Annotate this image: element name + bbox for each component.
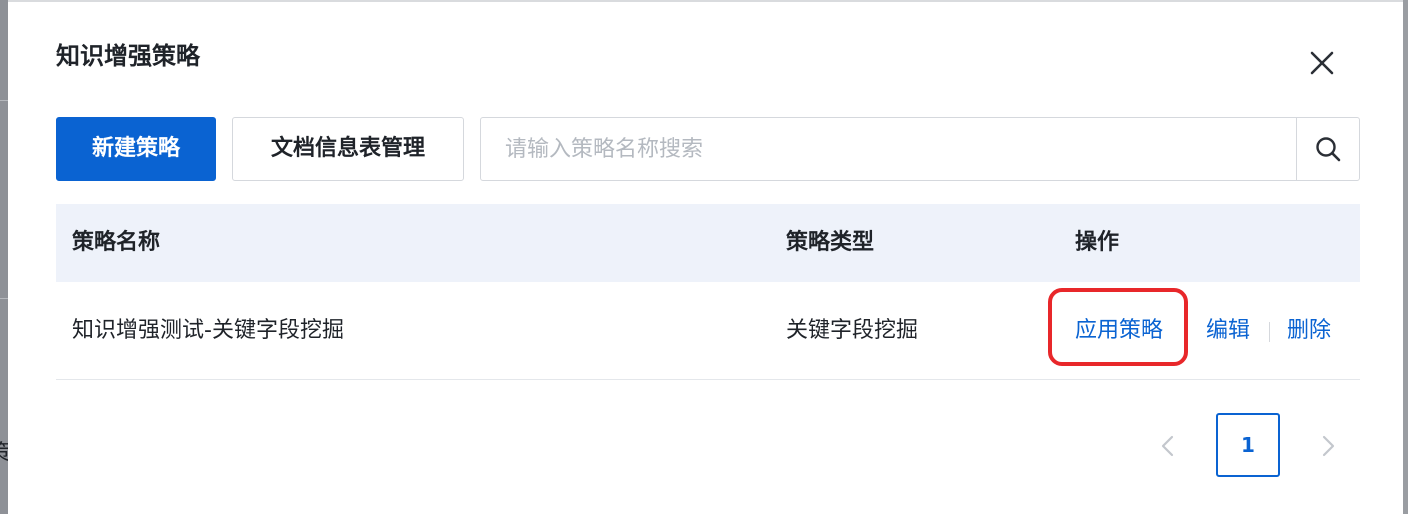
strategy-type-cell: 关键字段挖掘 [786,318,919,343]
delete-link[interactable]: 删除 [1287,282,1331,379]
table-row: 知识增强测试-关键字段挖掘 关键字段挖掘 应用策略 编辑 删除 [56,282,1360,380]
new-strategy-button[interactable]: 新建策略 [56,117,216,181]
backdrop-divider [0,100,8,101]
knowledge-enhance-dialog: 知识增强策略 新建策略 文档信息表管理 策略名称 策略类型 操作 知识增强测试-… [8,2,1403,514]
next-page-button[interactable] [1316,432,1340,460]
search-box [480,117,1360,181]
edit-link[interactable]: 编辑 [1206,282,1250,379]
prev-page-button[interactable] [1156,432,1180,460]
doc-info-table-manage-button[interactable]: 文档信息表管理 [232,117,464,181]
dialog-title: 知识增强策略 [56,42,200,70]
apply-strategy-link[interactable]: 应用策略 [1075,282,1163,379]
backdrop-right-edge [1403,0,1408,514]
strategy-table: 策略名称 策略类型 操作 知识增强测试-关键字段挖掘 关键字段挖掘 应用策略 编… [56,204,1360,380]
column-header-actions: 操作 [1075,230,1120,255]
chevron-right-icon [1322,435,1335,457]
close-button[interactable] [1306,47,1338,79]
search-input[interactable] [481,118,1296,180]
search-button[interactable] [1296,118,1359,180]
backdrop-left-edge [0,0,8,514]
page-number-button[interactable]: 1 [1216,413,1280,477]
strategy-name-cell: 知识增强测试-关键字段挖掘 [72,318,344,343]
close-icon [1310,51,1334,75]
backdrop-divider [0,298,8,299]
column-header-name: 策略名称 [72,230,161,255]
action-divider [1269,322,1270,342]
column-header-type: 策略类型 [786,230,875,255]
search-icon [1316,137,1341,162]
table-header: 策略名称 策略类型 操作 [56,204,1360,282]
chevron-left-icon [1161,435,1174,457]
